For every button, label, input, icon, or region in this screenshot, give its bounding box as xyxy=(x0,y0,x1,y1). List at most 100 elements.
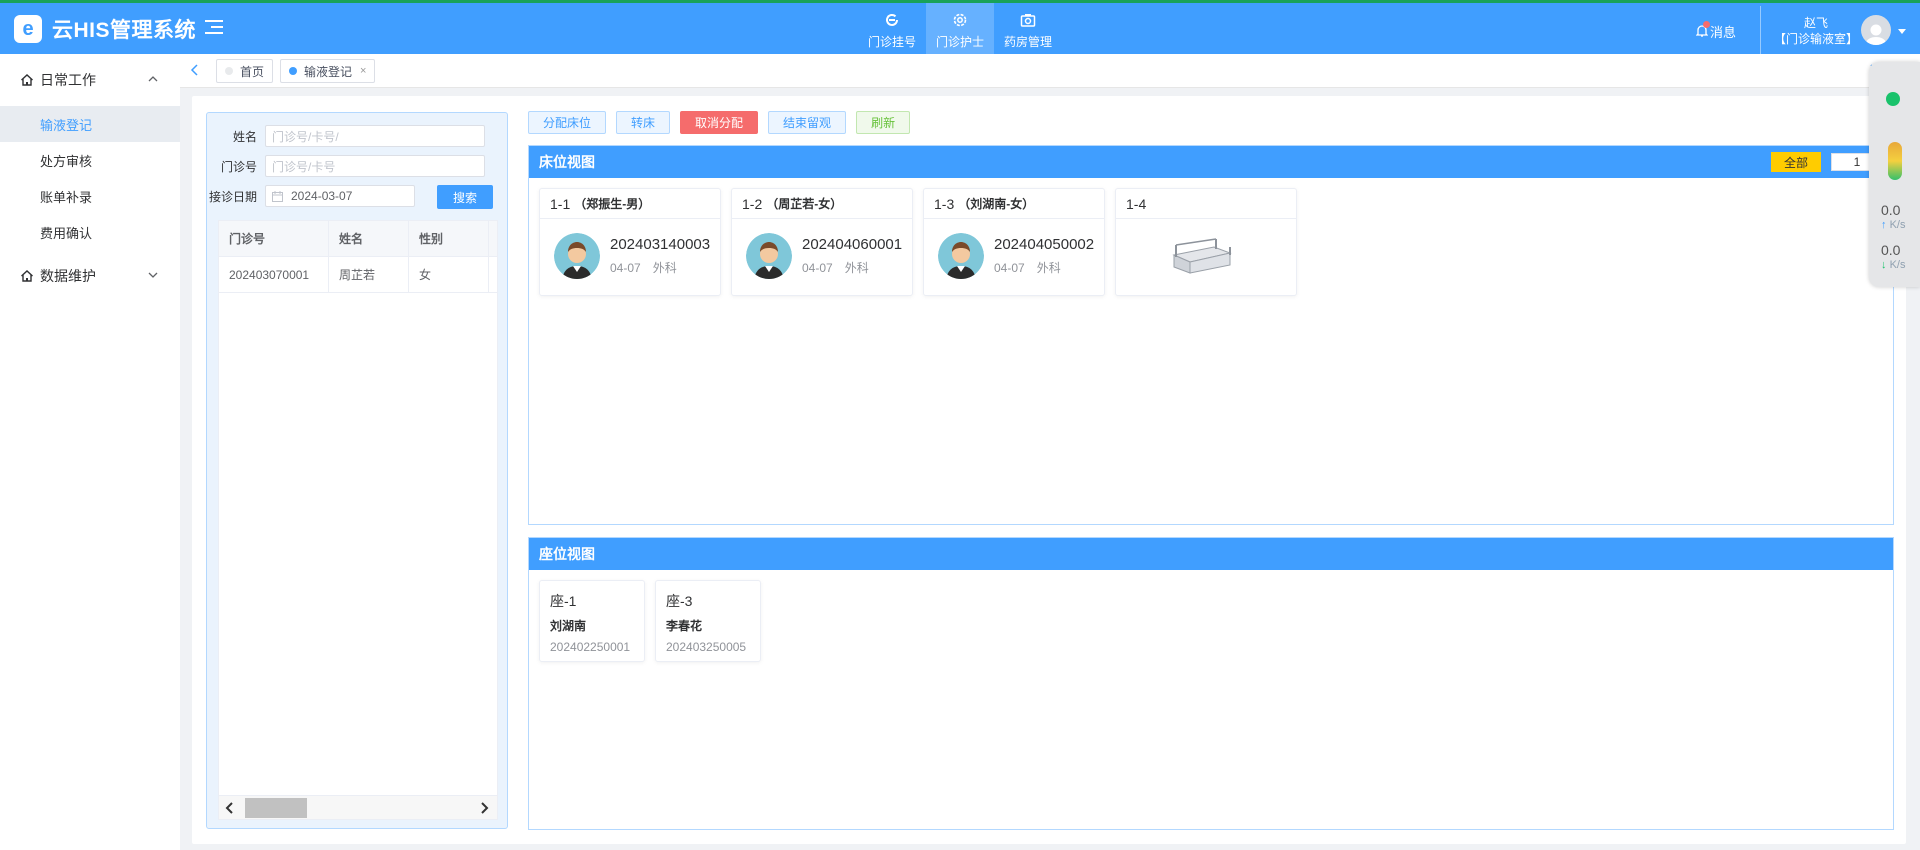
bed-info: 202403140003 04-07 外科 xyxy=(610,236,710,276)
bed-meta: 04-07 外科 xyxy=(802,259,902,276)
tab-label: 首页 xyxy=(240,64,265,79)
bed-body: 202403140003 04-07 外科 xyxy=(554,233,710,279)
scroll-left-icon[interactable] xyxy=(223,801,237,815)
tab-dot xyxy=(225,67,233,75)
table-row[interactable]: 202403070001 周芷若 女 xyxy=(219,257,497,293)
seat-patient-name: 刘湖南 xyxy=(550,619,587,633)
name-label: 姓名 xyxy=(232,129,257,144)
patient-number: 202403140003 xyxy=(610,236,711,253)
bed-title: 1-2 （周芷若-女） xyxy=(732,189,912,219)
bed-view-title: 床位视图 xyxy=(539,154,595,170)
clinic-row: 门诊号 门诊号/卡号 xyxy=(207,155,485,177)
download-speed-value: 0.0 xyxy=(1881,242,1901,258)
column-header[interactable]: 姓名 xyxy=(329,221,409,256)
end-observation-button[interactable]: 结束留观 xyxy=(768,111,847,134)
bed-meta: 04-07 外科 xyxy=(610,259,710,276)
visit-date-value: 2024-03-07 xyxy=(291,189,353,203)
column-header[interactable]: 门诊号 xyxy=(219,221,329,256)
date-row: 接诊日期 2024-03-07 xyxy=(207,185,415,207)
module-nav: 门诊挂号 门诊护士 药房管理 xyxy=(858,3,1062,54)
user-avatar[interactable] xyxy=(1861,15,1891,45)
upload-speed-unit: ↑ K/s xyxy=(1881,219,1905,231)
bed-card[interactable]: 1-1 （郑振生-男） 202403140003 04-07 外科 xyxy=(539,188,721,296)
refresh-button[interactable]: 刷新 xyxy=(856,111,911,134)
scrollbar-thumb[interactable] xyxy=(245,798,307,818)
search-button[interactable]: 搜索 xyxy=(437,185,493,209)
seat-patient-name: 李春花 xyxy=(666,619,703,633)
tab-home[interactable]: 首页 xyxy=(216,59,274,83)
seat-code: 座-1 xyxy=(550,593,577,609)
bell-icon xyxy=(1695,20,1710,40)
cancel-assign-button[interactable]: 取消分配 xyxy=(680,111,759,134)
seat-code: 座-3 xyxy=(666,593,693,609)
name-row: 姓名 门诊号/卡号/ xyxy=(207,125,485,147)
calendar-icon xyxy=(272,190,283,202)
top-bar: e 云HIS管理系统 门诊挂号 门诊护士 药房管理 消息 赵飞 【门诊输液室】 xyxy=(0,0,1920,54)
chevron-down-icon[interactable] xyxy=(1898,29,1906,34)
seat-card[interactable]: 座-1 刘湖南 202402250001 xyxy=(539,580,645,662)
bed-title: 1-3 （刘湖南-女） xyxy=(924,189,1104,219)
bed-date: 04-07 xyxy=(610,261,641,275)
notification-dot xyxy=(1703,20,1710,28)
app-logo[interactable]: e 云HIS管理系统 xyxy=(14,14,196,44)
bed-body: 202404060001 04-07 外科 xyxy=(746,233,902,279)
module-nurse[interactable]: 门诊护士 xyxy=(926,3,994,54)
tab-infusion-register[interactable]: 输液登记 × xyxy=(280,59,376,83)
bed-body: 202404050002 04-07 外科 xyxy=(938,233,1094,279)
tab-bar: 首页 输液登记 × × xyxy=(180,54,1920,88)
bed-dept: 外科 xyxy=(652,261,677,275)
sidebar-item-infusion-register[interactable]: 输液登记 xyxy=(0,106,180,142)
bed-title: 1-1 （郑振生-男） xyxy=(540,189,720,219)
assign-bed-button[interactable]: 分配床位 xyxy=(528,111,607,134)
close-icon[interactable]: × xyxy=(360,65,366,77)
chevron-left-icon[interactable] xyxy=(188,63,202,77)
bed-code: 1-3 xyxy=(934,195,955,212)
network-speed-widget[interactable]: 0.0 ↑ K/s 0.0 ↓ K/s xyxy=(1869,62,1920,287)
bed-card[interactable]: 1-2 （周芷若-女） 202404060001 04-07 外科 xyxy=(731,188,913,296)
clinic-number-input[interactable]: 门诊号/卡号 xyxy=(265,155,485,177)
arrow-down-icon: ↓ xyxy=(1881,259,1887,271)
bed-title: 1-4 xyxy=(1116,189,1296,219)
sidebar-item-label: 账单补录 xyxy=(40,189,93,205)
show-all-button[interactable]: 全部 xyxy=(1771,152,1821,172)
user-info[interactable]: 赵飞 【门诊输液室】 xyxy=(1774,15,1858,47)
app-name: 云HIS管理系统 xyxy=(52,19,197,42)
bed-view-panel: 床位视图 全部 1 1-1 （郑振生-男） 202403140003 04-07… xyxy=(528,145,1894,525)
sidebar-item-label: 输液登记 xyxy=(40,117,93,133)
sidebar-item-label: 费用确认 xyxy=(40,225,93,241)
scroll-right-icon[interactable] xyxy=(477,801,491,815)
horizontal-scrollbar[interactable] xyxy=(219,795,497,819)
seat-card[interactable]: 座-3 李春花 202403250005 xyxy=(655,580,761,662)
module-pharmacy[interactable]: 药房管理 xyxy=(994,3,1062,54)
chevron-down-icon xyxy=(148,272,158,278)
sidebar-item-bill-supplement[interactable]: 账单补录 xyxy=(0,178,180,214)
download-unit-label: K/s xyxy=(1889,259,1906,271)
patient-avatar-icon xyxy=(554,233,600,279)
home-icon xyxy=(21,74,33,86)
bed-card[interactable]: 1-3 （刘湖南-女） 202404050002 04-07 外科 xyxy=(923,188,1105,296)
bed-card-empty[interactable]: 1-4 xyxy=(1115,188,1297,296)
name-input[interactable]: 门诊号/卡号/ xyxy=(265,125,485,147)
sidebar-group-label: 日常工作 xyxy=(40,72,96,88)
visit-date-input[interactable]: 2024-03-07 xyxy=(265,185,415,207)
message-label: 消息 xyxy=(1710,25,1737,40)
sidebar-group-data-maintenance[interactable]: 数据维护 xyxy=(0,250,180,302)
column-header[interactable]: 性别 xyxy=(409,221,489,256)
patient-avatar-icon xyxy=(938,233,984,279)
menu-toggle-icon[interactable] xyxy=(205,20,223,36)
sidebar-group-label: 数据维护 xyxy=(40,268,96,284)
module-label: 药房管理 xyxy=(1003,35,1052,49)
main-content: 姓名 门诊号/卡号/ 门诊号 门诊号/卡号 接诊日期 2024-03-07 搜索… xyxy=(192,96,1906,844)
upload-unit-label: K/s xyxy=(1889,219,1906,231)
bed-patient: （周芷若-女） xyxy=(766,197,843,211)
sidebar-group-daily-work[interactable]: 日常工作 xyxy=(0,54,180,106)
module-label: 门诊护士 xyxy=(935,35,984,49)
bed-info: 202404050002 04-07 外科 xyxy=(994,236,1094,276)
transfer-bed-button[interactable]: 转床 xyxy=(616,111,671,134)
message-button[interactable]: 消息 xyxy=(1695,20,1737,41)
bed-code: 1-4 xyxy=(1126,195,1147,212)
table-cell: 女 xyxy=(409,257,489,292)
sidebar-item-prescription-review[interactable]: 处方审核 xyxy=(0,142,180,178)
module-registration[interactable]: 门诊挂号 xyxy=(858,3,926,54)
sidebar-item-fee-confirm[interactable]: 费用确认 xyxy=(0,214,180,250)
